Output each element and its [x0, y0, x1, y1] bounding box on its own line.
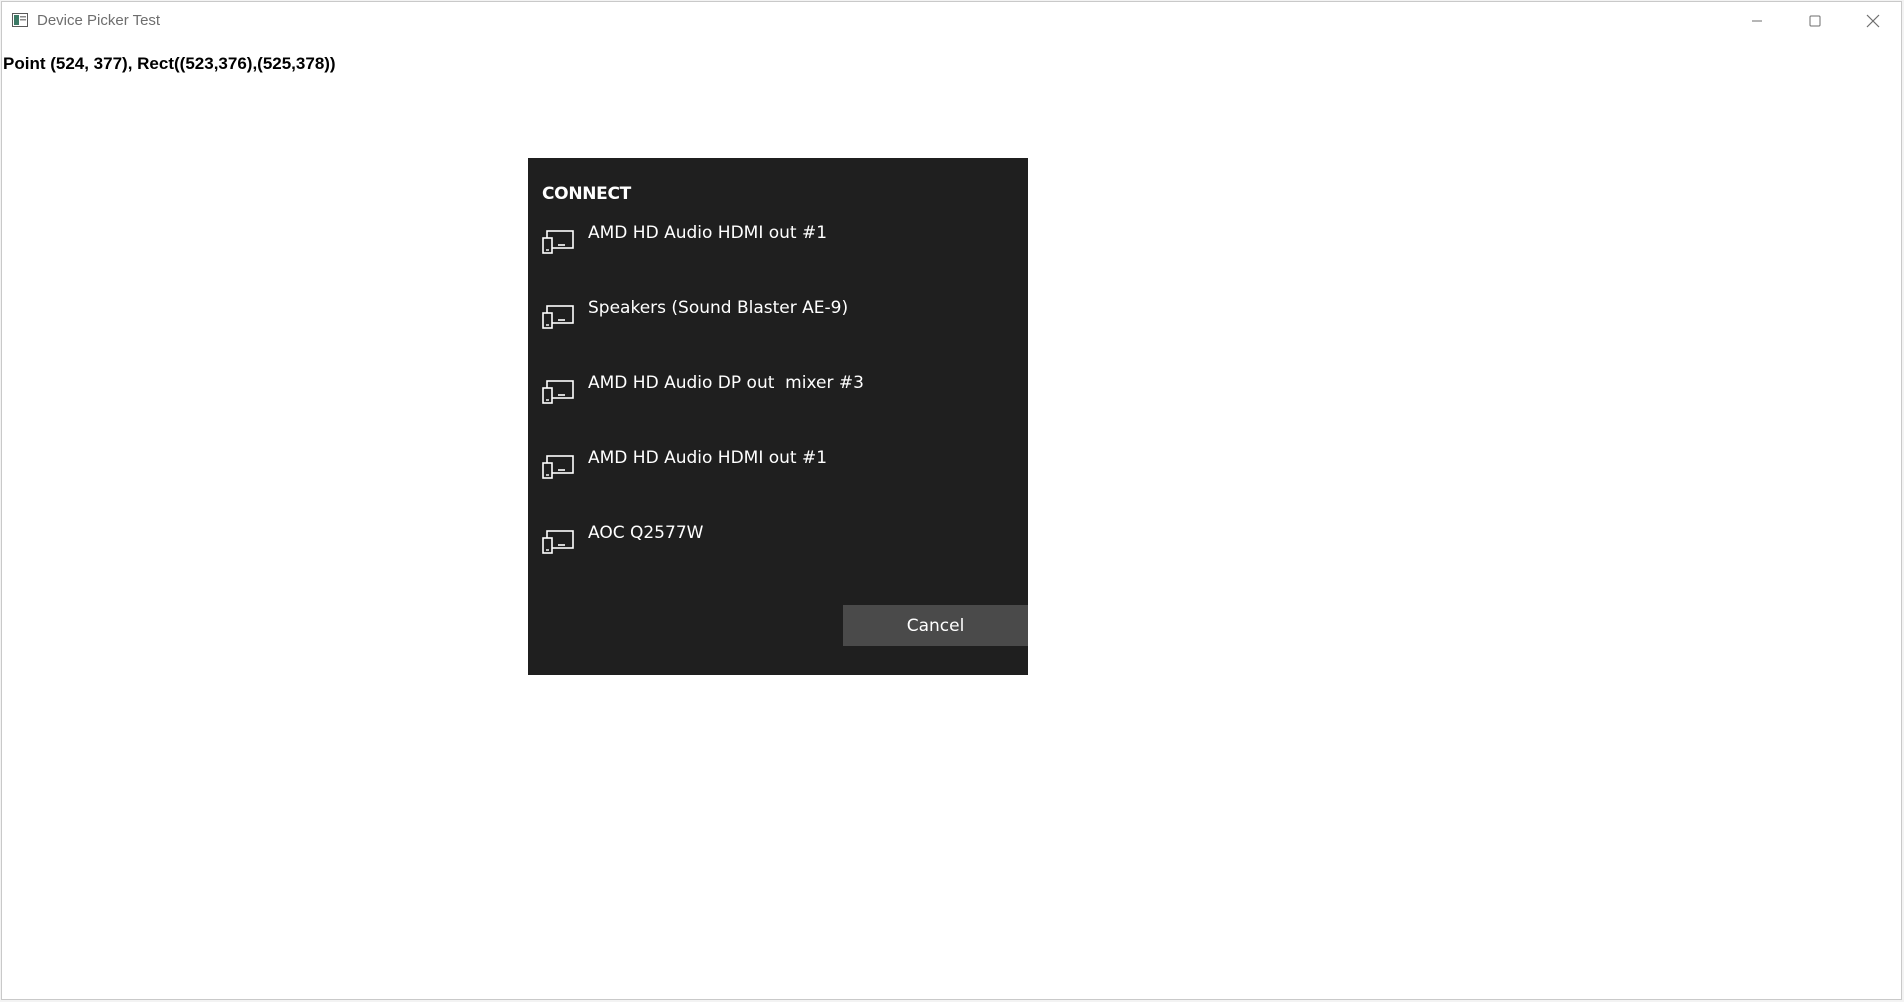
picker-title: CONNECT: [542, 184, 631, 204]
device-item[interactable]: AOC Q2577W: [528, 518, 1028, 593]
device-item[interactable]: Speakers (Sound Blaster AE-9): [528, 293, 1028, 368]
device-display-icon: [542, 305, 574, 329]
device-label: AMD HD Audio HDMI out #1: [588, 223, 828, 243]
device-display-icon: [542, 230, 574, 254]
device-display-icon: [542, 380, 574, 404]
device-list: AMD HD Audio HDMI out #1 Speakers (Sound…: [528, 218, 1028, 593]
device-item[interactable]: AMD HD Audio DP out mixer #3: [528, 368, 1028, 443]
device-item[interactable]: AMD HD Audio HDMI out #1: [528, 218, 1028, 293]
device-display-icon: [542, 455, 574, 479]
minimize-button[interactable]: [1728, 2, 1786, 39]
close-icon: [1866, 14, 1880, 27]
app-window: Device Picker Test Point (524, 377), Rec…: [1, 1, 1902, 1000]
app-window-icon: [12, 13, 28, 27]
maximize-button[interactable]: [1786, 2, 1844, 39]
device-picker-dialog: CONNECT AMD HD Audio HDMI out #1 Speaker…: [528, 158, 1028, 675]
device-label: Speakers (Sound Blaster AE-9): [588, 298, 849, 318]
device-item[interactable]: AMD HD Audio HDMI out #1: [528, 443, 1028, 518]
title-bar[interactable]: Device Picker Test: [2, 2, 1901, 39]
device-label: AMD HD Audio DP out mixer #3: [588, 373, 864, 393]
device-label: AOC Q2577W: [588, 523, 704, 543]
close-button[interactable]: [1844, 2, 1902, 39]
maximize-icon: [1809, 15, 1821, 26]
cancel-button[interactable]: Cancel: [843, 605, 1028, 646]
cursor-status-text: Point (524, 377), Rect((523,376),(525,37…: [3, 54, 336, 73]
device-display-icon: [542, 530, 574, 554]
minimize-icon: [1752, 20, 1762, 21]
window-title: Device Picker Test: [37, 12, 161, 29]
device-label: AMD HD Audio HDMI out #1: [588, 448, 828, 468]
